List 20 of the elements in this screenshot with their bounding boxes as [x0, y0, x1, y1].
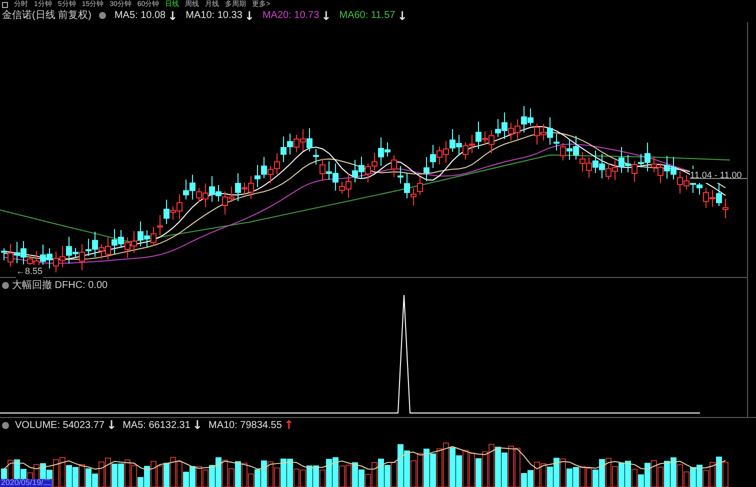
date-label: 2020/05/19/二	[0, 479, 52, 487]
indicator-reading: MA20: 10.73 ↓	[262, 10, 332, 22]
square-icon	[2, 2, 8, 8]
low-price-label: ←8.55	[16, 265, 43, 278]
chart-title: 金信诺(日线 前复权)	[2, 10, 92, 20]
indicator-reading: MA10: 10.33 ↓	[186, 10, 254, 22]
indicator-reading: MA5: 10.08 ↓	[114, 10, 178, 22]
trend-arrow: ↓	[397, 10, 408, 22]
indicator-reading: MA5: 66132.31 ↓	[122, 418, 202, 432]
trend-arrow: ↓	[321, 10, 332, 22]
trend-arrow: ↓	[168, 10, 178, 22]
trend-arrow: ↑	[284, 419, 294, 431]
trend-arrow: ↓	[106, 419, 117, 431]
indicator-reading: MA10: 79834.55 ↑	[208, 418, 294, 432]
indicator-title: 大幅回撤 DFHC: 0.00	[12, 278, 108, 292]
price-range-label: 11.04 - 11.00	[690, 169, 742, 182]
trend-arrow: ↓	[244, 10, 254, 22]
indicator-reading: MA60: 11.57 ↓	[339, 10, 408, 22]
indicator-reading: VOLUME: 54023.77 ↓	[15, 418, 117, 432]
trend-arrow: ↓	[192, 419, 202, 431]
